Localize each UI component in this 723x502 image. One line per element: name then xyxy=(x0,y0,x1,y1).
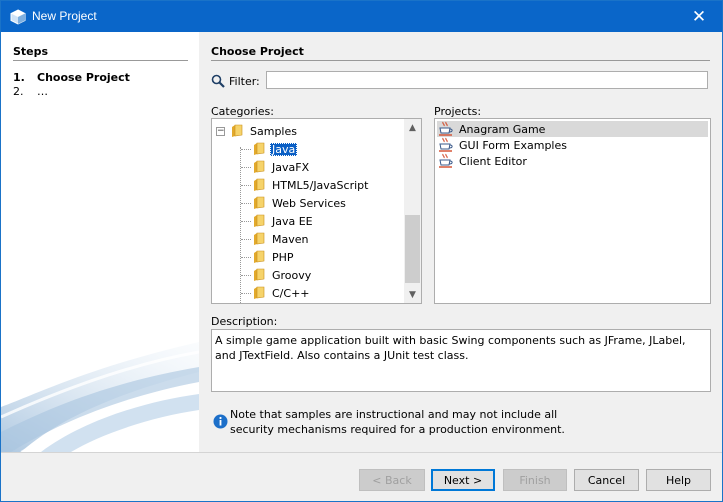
project-item-label: Client Editor xyxy=(459,154,527,168)
folder-icon xyxy=(254,250,265,263)
projects-label: Projects: xyxy=(434,105,482,118)
tree-guide-line xyxy=(241,275,251,276)
tree-item-javafx[interactable]: JavaFX xyxy=(252,158,311,176)
note-line: security mechanisms required for a produ… xyxy=(230,423,565,436)
decorative-swoosh-graphic xyxy=(1,342,199,452)
tree-guide-line xyxy=(241,167,251,168)
help-button[interactable]: Help xyxy=(646,469,711,491)
tree-item-html5-javascript[interactable]: HTML5/JavaScript xyxy=(252,176,370,194)
categories-tree[interactable]: − Samples Java JavaFX HTML5/JavaScript Web S… xyxy=(211,118,422,304)
tree-guide-line xyxy=(241,239,251,240)
scroll-up-arrow-icon[interactable]: ▲ xyxy=(404,119,421,136)
tree-item-label: Java EE xyxy=(272,214,313,228)
step-label: … xyxy=(37,85,48,98)
folder-icon xyxy=(254,196,265,209)
step-label: Choose Project xyxy=(37,71,130,84)
tree-item-web-services[interactable]: Web Services xyxy=(252,194,348,212)
project-item-label: GUI Form Examples xyxy=(459,138,567,152)
steps-heading: Steps xyxy=(13,45,49,58)
note-line: Note that samples are instructional and … xyxy=(230,408,558,421)
folder-icon xyxy=(254,286,265,299)
project-item-gui-form-examples[interactable]: GUI Form Examples xyxy=(437,137,708,153)
tree-item-label: Samples xyxy=(250,124,297,138)
tree-guide-line xyxy=(241,293,251,294)
categories-label: Categories: xyxy=(211,105,274,118)
scroll-down-arrow-icon[interactable]: ▼ xyxy=(404,286,421,303)
project-item-client-editor[interactable]: Client Editor xyxy=(437,153,708,169)
java-cup-icon xyxy=(439,153,453,168)
project-item-anagram-game[interactable]: Anagram Game xyxy=(437,121,708,137)
step-item-2: 2. … xyxy=(13,85,48,98)
finish-button[interactable]: Finish xyxy=(503,469,567,491)
projects-list[interactable]: Anagram Game GUI Form Examples Client Edit… xyxy=(434,118,711,304)
tree-item-label: JavaFX xyxy=(272,160,310,174)
tree-guide-line xyxy=(241,203,251,204)
folder-icon xyxy=(254,160,265,173)
tree-item-label: C/C++ xyxy=(272,286,310,300)
folder-icon xyxy=(232,124,243,137)
title-bar[interactable]: New Project ✕ xyxy=(1,1,722,32)
page-title: Choose Project xyxy=(211,45,304,58)
close-icon: ✕ xyxy=(691,6,707,27)
project-item-label: Anagram Game xyxy=(459,122,546,136)
main-content: Choose Project Filter: Categories: Proje… xyxy=(199,32,722,452)
folder-icon xyxy=(254,232,265,245)
step-number: 1. xyxy=(13,71,25,84)
tree-item-samples[interactable]: Samples xyxy=(230,122,299,140)
tree-item-label: Groovy xyxy=(272,268,312,282)
security-note: Note that samples are instructional and … xyxy=(230,407,565,437)
step-item-1: 1. Choose Project xyxy=(13,71,130,84)
folder-icon xyxy=(254,178,265,191)
java-cup-icon xyxy=(439,137,453,152)
tree-guide-line xyxy=(241,221,251,222)
info-icon xyxy=(213,414,228,429)
steps-panel: Steps 1. Choose Project 2. … xyxy=(1,32,199,452)
tree-item-php[interactable]: PHP xyxy=(252,248,296,266)
window-title: New Project xyxy=(32,9,97,23)
tree-item-java[interactable]: Java xyxy=(252,140,298,158)
filter-input[interactable] xyxy=(266,71,708,89)
tree-item-label: PHP xyxy=(272,250,294,264)
folder-icon xyxy=(254,214,265,227)
folder-icon xyxy=(254,268,265,281)
new-project-dialog: New Project ✕ Steps 1. Choose Project 2. … xyxy=(0,0,723,502)
tree-item-label: Java xyxy=(270,142,298,156)
tree-item-c-c-[interactable]: C/C++ xyxy=(252,284,312,302)
description-text: A simple game application built with bas… xyxy=(211,329,711,392)
filter-label: Filter: xyxy=(229,75,260,88)
tree-guide-line xyxy=(241,149,251,150)
close-button[interactable]: ✕ xyxy=(676,1,722,32)
tree-guide-line xyxy=(240,147,241,303)
description-label: Description: xyxy=(211,315,278,328)
title-divider xyxy=(211,60,710,61)
step-number: 2. xyxy=(13,85,24,98)
cancel-button[interactable]: Cancel xyxy=(574,469,639,491)
netbeans-cube-icon xyxy=(10,9,26,25)
collapse-toggle[interactable]: − xyxy=(216,127,225,136)
tree-guide-line xyxy=(241,257,251,258)
button-bar-divider xyxy=(1,452,722,453)
next-button[interactable]: Next > xyxy=(431,469,495,491)
magnifier-icon xyxy=(211,74,225,88)
tree-item-maven[interactable]: Maven xyxy=(252,230,310,248)
back-button[interactable]: < Back xyxy=(359,469,425,491)
categories-scrollbar[interactable]: ▲ ▼ xyxy=(404,119,421,303)
tree-item-label: HTML5/JavaScript xyxy=(272,178,369,192)
tree-item-java-ee[interactable]: Java EE xyxy=(252,212,315,230)
tree-guide-line xyxy=(241,185,251,186)
tree-item-groovy[interactable]: Groovy xyxy=(252,266,313,284)
steps-divider xyxy=(13,60,188,61)
folder-icon xyxy=(254,142,265,155)
java-cup-icon xyxy=(439,121,453,136)
tree-item-label: Maven xyxy=(272,232,309,246)
tree-item-label: Web Services xyxy=(272,196,346,210)
scroll-thumb[interactable] xyxy=(405,215,420,283)
